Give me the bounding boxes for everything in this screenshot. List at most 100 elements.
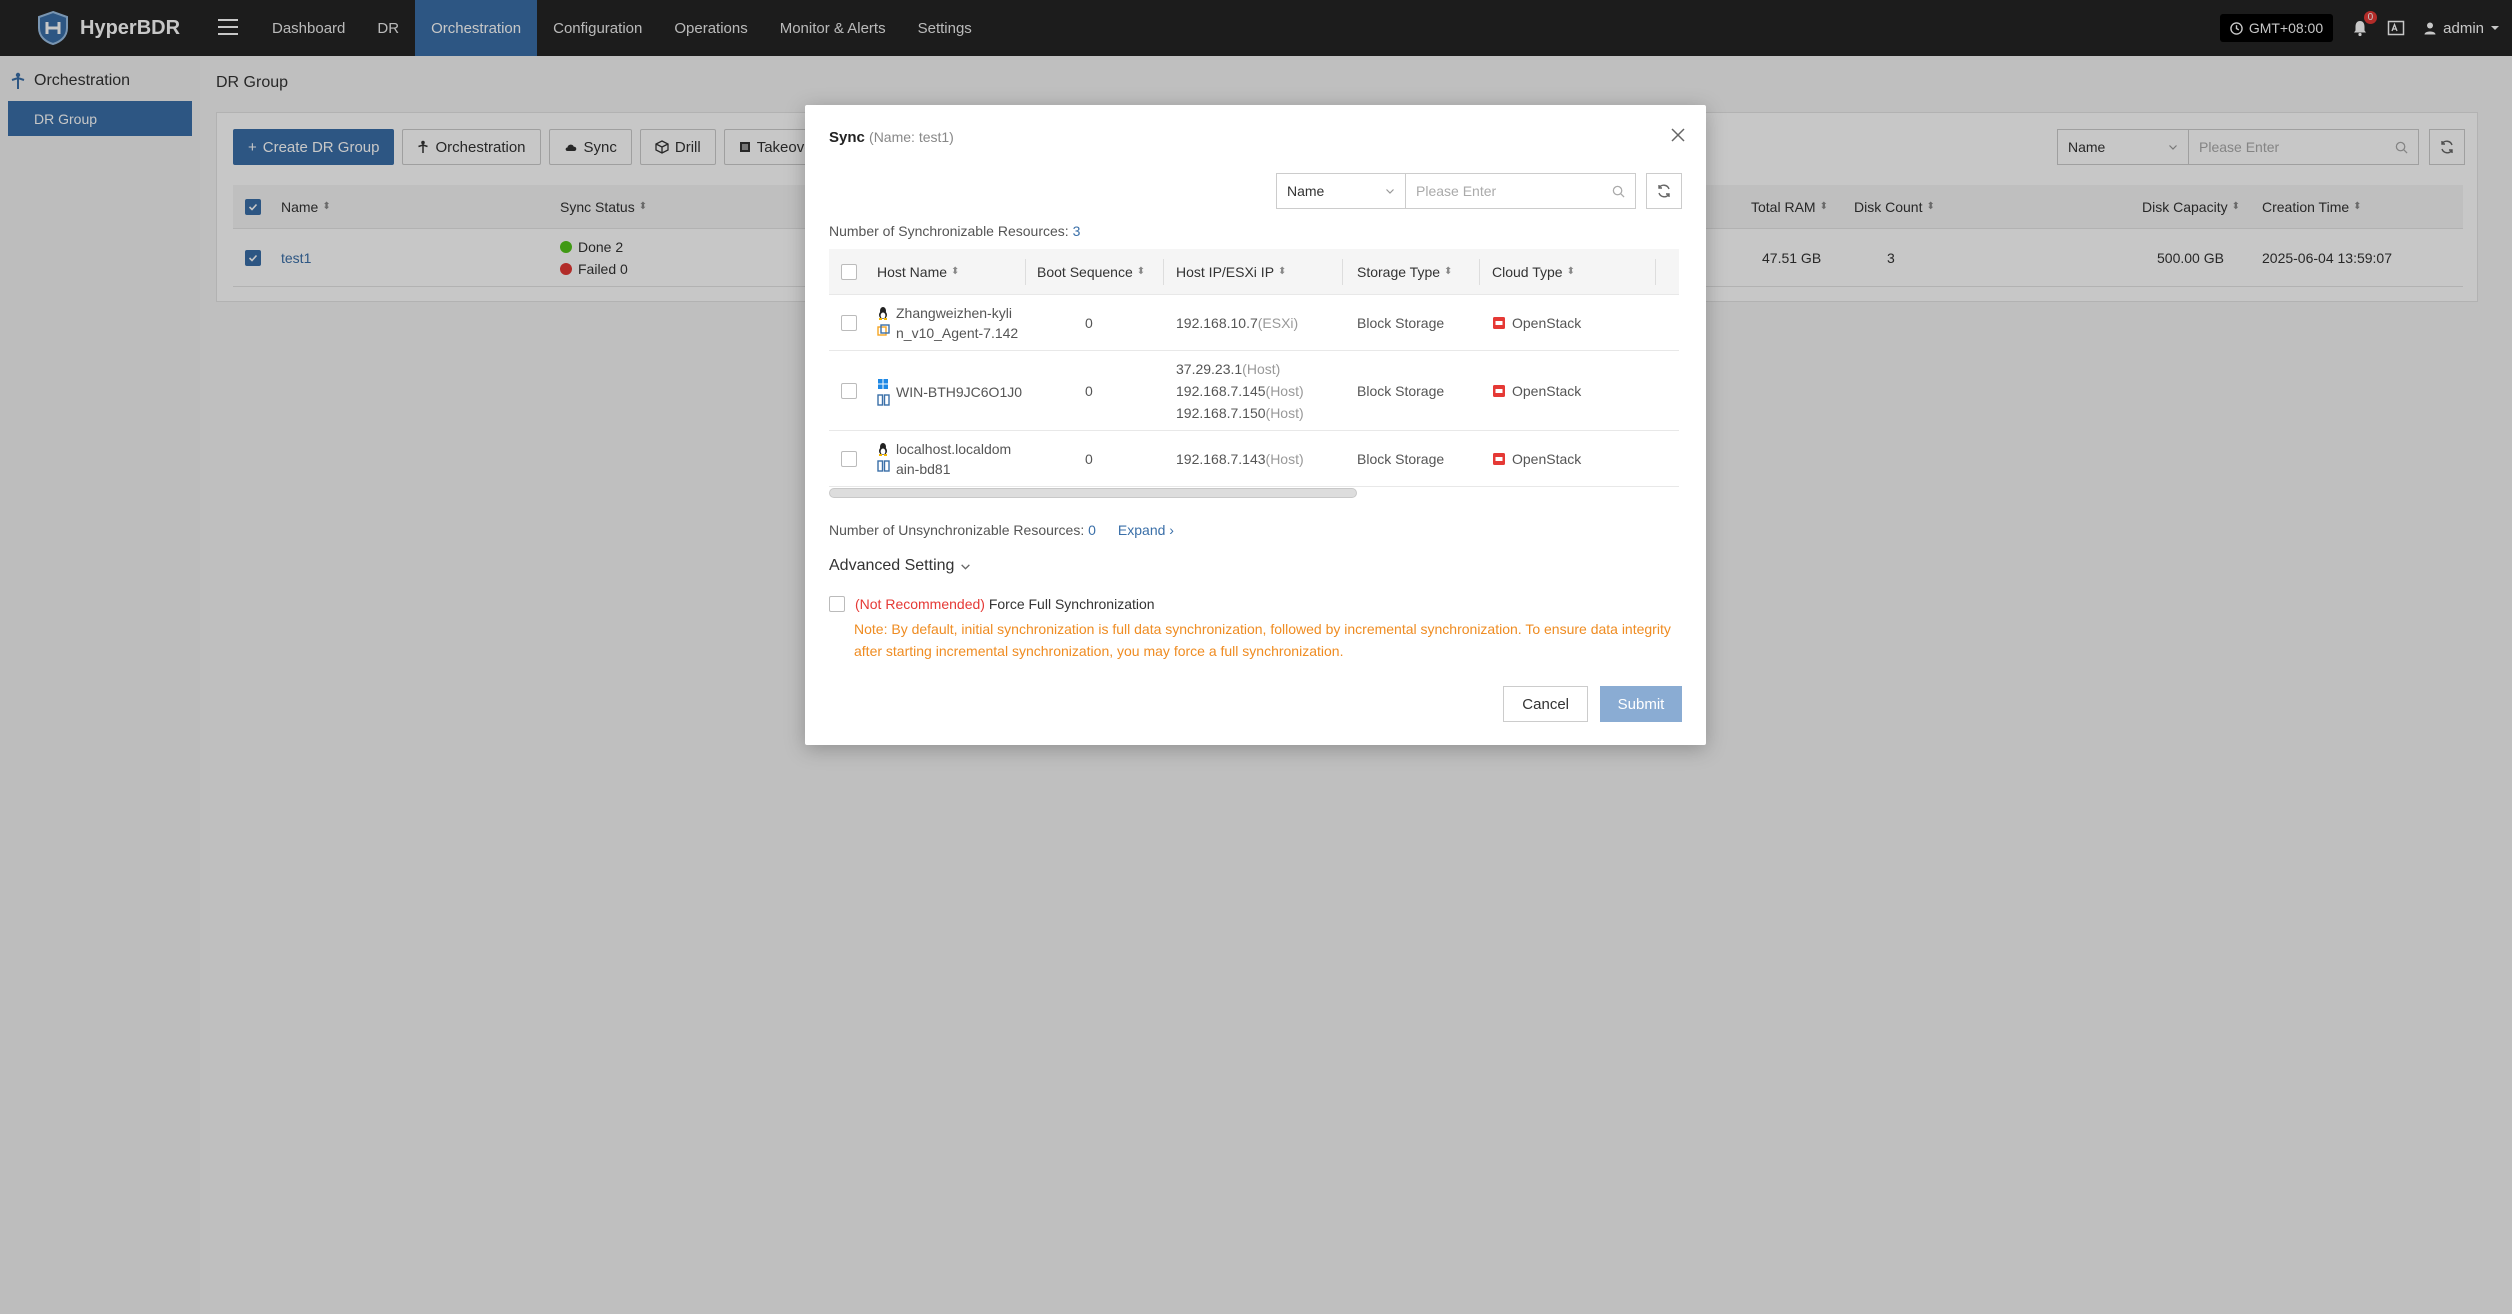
dialog-search: Name Please Enter <box>1276 173 1682 209</box>
host-name-line1: WIN-BTH9JC6O1J0 <box>896 384 1023 400</box>
host-name-line1: Zhangweizhen-kyli <box>896 304 1012 321</box>
chevron-down-icon <box>961 563 971 570</box>
openstack-icon <box>1493 452 1505 465</box>
submit-button[interactable]: Submit <box>1600 686 1682 722</box>
expand-link[interactable]: Expand › <box>1118 522 1174 538</box>
col-host-ip-label: Host IP/ESXi IP <box>1176 263 1275 280</box>
dialog-search-field-select[interactable]: Name <box>1276 173 1406 209</box>
boot-sequence-value: 0 <box>1085 382 1093 399</box>
boot-sequence-value: 0 <box>1085 450 1093 467</box>
storage-type-value: Block Storage <box>1357 450 1445 467</box>
dialog-search-field-value: Name <box>1287 183 1325 199</box>
dialog-title-text: Sync <box>829 129 865 146</box>
sort-icon: ⬍ <box>1278 266 1287 277</box>
cloud-type-cell: OpenStack <box>1492 431 1581 486</box>
chevron-down-icon <box>1386 189 1394 194</box>
cloud-type-label: OpenStack <box>1512 382 1582 399</box>
host-name-cell: Zhangweizhen-kyli n_v10_Agent-7.142 <box>877 295 1018 350</box>
host-name-cell: localhost.localdom ain-bd81 <box>877 431 1011 486</box>
cloud-type-cell: OpenStack <box>1492 295 1581 350</box>
sort-icon: ⬍ <box>1136 266 1146 277</box>
row-checkbox[interactable] <box>841 314 857 331</box>
col-host-name[interactable]: Host Name ⬍ <box>877 249 959 294</box>
row-checkbox[interactable] <box>841 382 857 399</box>
host-name-line1: localhost.localdom <box>896 440 1012 457</box>
physical-host-icon <box>877 459 890 472</box>
col-host-ip[interactable]: Host IP/ESXi IP ⬍ <box>1176 249 1286 294</box>
cloud-type-label: OpenStack <box>1512 314 1582 331</box>
refresh-icon <box>1658 184 1670 198</box>
unsync-count-label: Number of Unsynchronizable Resources: <box>829 522 1085 538</box>
windows-icon <box>878 379 888 389</box>
column-divider[interactable] <box>1025 259 1026 285</box>
host-name-cell: WIN-BTH9JC6O1J0 <box>877 351 1022 430</box>
ip-tag: (Host) <box>1265 450 1304 467</box>
row-checkbox[interactable] <box>841 450 857 467</box>
advanced-setting-label: Advanced Setting <box>829 557 955 574</box>
unsync-count-value: 0 <box>1088 522 1096 538</box>
dialog-footer: Cancel Submit <box>1503 686 1682 722</box>
sort-icon: ⬍ <box>1566 266 1575 277</box>
cancel-button[interactable]: Cancel <box>1503 686 1588 722</box>
cloud-type-cell: OpenStack <box>1492 351 1581 430</box>
sync-dialog: Sync (Name: test1) Name Please Enter Num… <box>805 105 1706 745</box>
host-ip-cell: 37.29.23.1(Host) 192.168.7.145(Host) 192… <box>1176 351 1304 430</box>
column-divider[interactable] <box>1479 259 1480 285</box>
advanced-setting-toggle[interactable]: Advanced Setting <box>829 557 971 575</box>
sort-icon: ⬍ <box>951 266 960 277</box>
host-ip-cell: 192.168.10.7(ESXi) <box>1176 295 1298 350</box>
host-name-line2: ain-bd81 <box>896 460 951 477</box>
table-row[interactable]: WIN-BTH9JC6O1J0 0 37.29.23.1(Host) 192.1… <box>829 351 1679 431</box>
col-storage-type-label: Storage Type <box>1357 263 1441 280</box>
expand-label: Expand <box>1117 522 1166 538</box>
force-full-sync-checkbox[interactable] <box>829 596 845 612</box>
host-ip-cell: 192.168.7.143(Host) <box>1176 431 1304 486</box>
close-button[interactable] <box>1668 125 1688 145</box>
sync-count-label: Number of Synchronizable Resources: <box>829 223 1069 239</box>
col-storage-type[interactable]: Storage Type ⬍ <box>1357 249 1452 294</box>
dialog-subtitle: (Name: test1) <box>869 129 954 145</box>
linux-icon <box>879 306 887 320</box>
sync-count-value: 3 <box>1072 223 1081 239</box>
dialog-refresh-button[interactable] <box>1646 173 1682 209</box>
force-full-sync-option: (Not Recommended) Force Full Synchroniza… <box>829 596 1155 612</box>
ip-tag: (Host) <box>1265 404 1304 421</box>
close-icon <box>1671 128 1685 142</box>
linux-icon <box>879 442 887 456</box>
table-row[interactable]: localhost.localdom ain-bd81 0 192.168.7.… <box>829 431 1679 487</box>
dialog-title: Sync (Name: test1) <box>829 129 954 146</box>
col-boot-sequence[interactable]: Boot Sequence ⬍ <box>1037 249 1145 294</box>
resources-select-all-checkbox[interactable] <box>841 263 857 280</box>
chevron-right-icon: › <box>1169 522 1174 538</box>
ip-address: 192.168.7.143 <box>1176 450 1266 467</box>
ip-tag: (Host) <box>1242 360 1281 377</box>
search-icon <box>1612 185 1625 198</box>
dialog-search-input[interactable]: Please Enter <box>1406 173 1636 209</box>
not-recommended-label: (Not Recommended) <box>855 596 985 612</box>
cloud-type-label: OpenStack <box>1512 450 1582 467</box>
col-host-name-label: Host Name <box>877 263 948 280</box>
resources-table-header: Host Name ⬍ Boot Sequence ⬍ Host IP/ESXi I… <box>829 249 1679 295</box>
col-cloud-type-label: Cloud Type <box>1492 263 1563 280</box>
ip-address: 192.168.7.145 <box>1176 382 1266 399</box>
ip-tag: (Host) <box>1265 382 1304 399</box>
unsynchronizable-count: Number of Unsynchronizable Resources: 0 … <box>829 522 1174 538</box>
vm-copy-icon <box>877 323 890 336</box>
openstack-icon <box>1493 316 1505 329</box>
ip-tag: (ESXi) <box>1257 314 1299 331</box>
column-divider[interactable] <box>1163 259 1164 285</box>
force-full-sync-label: Force Full Synchronization <box>988 596 1155 612</box>
sort-icon: ⬍ <box>1444 266 1453 277</box>
synchronizable-count: Number of Synchronizable Resources: 3 <box>829 223 1080 239</box>
openstack-icon <box>1493 384 1505 397</box>
sync-note: Note: By default, initial synchronizatio… <box>854 621 1671 659</box>
physical-host-icon <box>877 394 890 406</box>
column-divider[interactable] <box>1655 259 1656 285</box>
storage-type-value: Block Storage <box>1357 314 1445 331</box>
col-cloud-type[interactable]: Cloud Type ⬍ <box>1492 249 1575 294</box>
ip-address: 192.168.7.150 <box>1176 404 1266 421</box>
table-row[interactable]: Zhangweizhen-kyli n_v10_Agent-7.142 0 19… <box>829 295 1679 351</box>
boot-sequence-value: 0 <box>1085 314 1093 331</box>
column-divider[interactable] <box>1342 259 1343 285</box>
horizontal-scrollbar[interactable] <box>829 488 1357 498</box>
